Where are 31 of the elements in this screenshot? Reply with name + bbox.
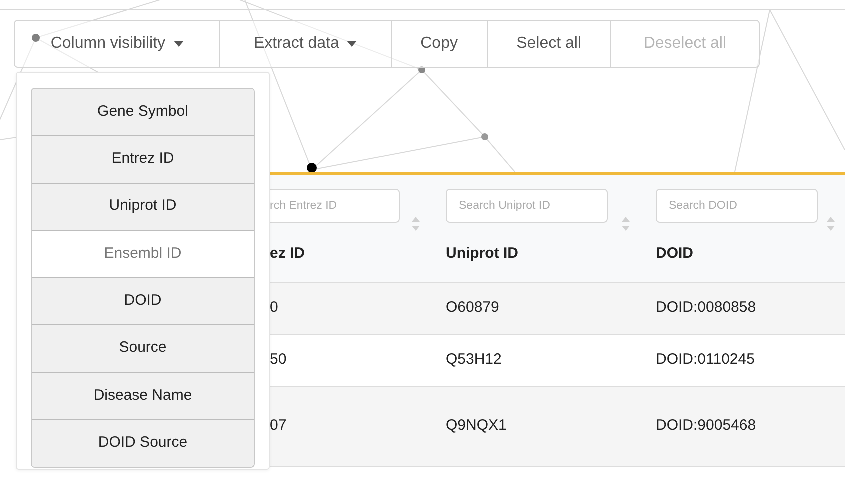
caret-icon — [174, 41, 184, 47]
search-field[interactable]: Search Uniprot ID — [446, 189, 608, 223]
toolbar-button[interactable]: Column visibility — [15, 21, 220, 67]
toolbar-button[interactable]: Select all — [488, 21, 612, 67]
column-toggle[interactable]: Uniprot ID — [32, 184, 254, 231]
column-header[interactable]: ez ID — [270, 243, 306, 266]
column-toggle[interactable]: DOID Source — [32, 420, 254, 468]
column-toggle[interactable]: Gene Symbol — [32, 89, 254, 136]
table-cell-text: 07 — [270, 416, 287, 436]
table-cell-text: Q53H12 — [445, 350, 502, 370]
column-toggle[interactable]: Disease Name — [32, 372, 254, 420]
table-cell-text: O60879 — [445, 298, 500, 318]
column-toggle[interactable]: DOID — [32, 278, 254, 326]
toolbar-button[interactable]: Extract data — [220, 21, 392, 67]
table-cell-text: DOID:0080858 — [655, 298, 756, 318]
column-toggle[interactable]: Entrez ID — [32, 136, 254, 184]
search-field[interactable]: Search DOID — [656, 189, 818, 223]
sort-icon[interactable] — [827, 217, 835, 231]
table-cell-text: 0 — [270, 298, 278, 318]
search-field[interactable]: rch Entrez ID — [270, 189, 400, 223]
table-cell-text: DOID:9005468 — [655, 416, 756, 436]
sort-icon[interactable] — [622, 217, 630, 231]
table-cell-text: Q9NQX1 — [445, 416, 507, 436]
caret-icon — [347, 41, 358, 47]
column-toggle[interactable]: Source — [32, 325, 254, 373]
toolbar-button[interactable]: Copy — [392, 21, 488, 67]
sort-icon[interactable] — [412, 217, 420, 231]
column-header[interactable]: DOID — [656, 243, 694, 266]
table-cell-text: DOID:0110245 — [655, 350, 755, 370]
table-cell-text: 50 — [270, 350, 287, 370]
column-header[interactable]: Uniprot ID — [446, 243, 518, 266]
